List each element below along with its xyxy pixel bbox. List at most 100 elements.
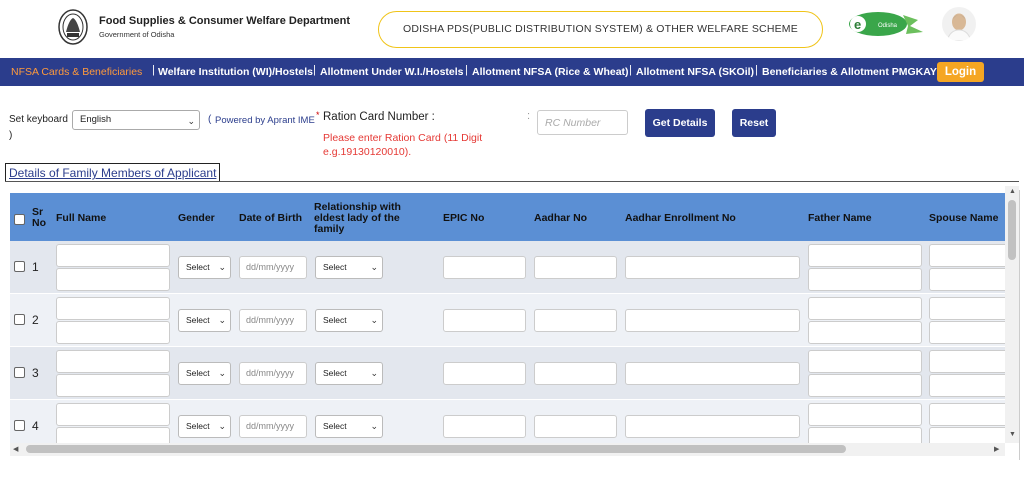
scroll-down-arrow-icon[interactable]: ▼ <box>1009 431 1016 438</box>
aadhar-no-input[interactable] <box>534 415 617 438</box>
row-sr-no: 1 <box>32 260 39 274</box>
full-name-input-1[interactable] <box>56 350 170 373</box>
close-paren: ) <box>9 130 13 141</box>
spouse-name-input-1[interactable] <box>929 297 1005 320</box>
spouse-name-input-2[interactable] <box>929 374 1005 397</box>
relationship-select[interactable]: Select ⌄ <box>315 309 383 332</box>
father-name-input-1[interactable] <box>808 297 922 320</box>
chevron-down-icon: ⌄ <box>370 421 378 431</box>
gender-select[interactable]: Select ⌄ <box>178 415 231 438</box>
nav-item-allotment-skoil[interactable]: Allotment NFSA (SKOil) <box>636 66 754 78</box>
father-name-input-2[interactable] <box>808 321 922 344</box>
full-name-input-2[interactable] <box>56 321 170 344</box>
scroll-up-arrow-icon[interactable]: ▲ <box>1009 188 1016 195</box>
keyboard-select[interactable]: English ⌄ <box>72 110 200 130</box>
aadhar-no-input[interactable] <box>534 362 617 385</box>
full-name-input-1[interactable] <box>56 297 170 320</box>
aadhar-enrollment-input[interactable] <box>625 309 800 332</box>
scroll-right-arrow-icon[interactable]: ▶ <box>994 445 999 453</box>
row-checkbox[interactable] <box>14 367 25 378</box>
spouse-name-input-2[interactable] <box>929 268 1005 291</box>
aadhar-enrollment-input[interactable] <box>625 256 800 279</box>
dob-input[interactable]: dd/mm/yyyy <box>239 256 307 279</box>
gender-select[interactable]: Select ⌄ <box>178 256 231 279</box>
th-date-of-birth: Date of Birth <box>239 212 302 224</box>
portrait-image <box>942 7 976 41</box>
dob-input[interactable]: dd/mm/yyyy <box>239 415 307 438</box>
aadhar-enrollment-input[interactable] <box>625 415 800 438</box>
powered-by-link[interactable]: Powered by Aprant IME <box>215 115 315 126</box>
nav-item-pmgkay[interactable]: Beneficiaries & Allotment PMGKAY <box>762 66 937 78</box>
epic-no-input[interactable] <box>443 415 526 438</box>
spouse-name-input-1[interactable] <box>929 403 1005 426</box>
full-name-input-2[interactable] <box>56 427 170 443</box>
full-name-input-1[interactable] <box>56 403 170 426</box>
father-name-input-2[interactable] <box>808 374 922 397</box>
epic-no-input[interactable] <box>443 256 526 279</box>
epic-no-input[interactable] <box>443 362 526 385</box>
gender-select[interactable]: Select ⌄ <box>178 309 231 332</box>
nav-item-allotment-nfsa-rice[interactable]: Allotment NFSA (Rice & Wheat) <box>472 66 629 78</box>
relationship-select-value: Select <box>323 368 347 378</box>
father-name-input-2[interactable] <box>808 268 922 291</box>
father-name-input-1[interactable] <box>808 244 922 267</box>
relationship-select[interactable]: Select ⌄ <box>315 362 383 385</box>
nav-item-allotment-wi[interactable]: Allotment Under W.I./Hostels <box>320 66 464 78</box>
chevron-down-icon: ⌄ <box>370 315 378 325</box>
department-subtitle: Government of Odisha <box>99 30 175 39</box>
nav-item-welfare-institution[interactable]: Welfare Institution (WI)/Hostels <box>158 66 313 78</box>
gender-select-value: Select <box>186 368 210 378</box>
ration-card-error: Please enter Ration Card (11 Digit e.g.1… <box>323 132 483 158</box>
gender-select-value: Select <box>186 315 210 325</box>
spouse-name-input-2[interactable] <box>929 321 1005 344</box>
full-name-input-2[interactable] <box>56 268 170 291</box>
scroll-left-arrow-icon[interactable]: ◀ <box>13 445 18 453</box>
row-checkbox[interactable] <box>14 261 25 272</box>
aadhar-no-input[interactable] <box>534 309 617 332</box>
nav-item-nfsa-cards[interactable]: NFSA Cards & Beneficiaries <box>11 66 142 78</box>
row-checkbox[interactable] <box>14 314 25 325</box>
keyboard-select-value: English <box>80 114 112 125</box>
father-name-input-1[interactable] <box>808 350 922 373</box>
family-members-section-title[interactable]: Details of Family Members of Applicant <box>5 163 221 181</box>
vertical-scrollbar[interactable]: ▲ ▼ <box>1005 186 1019 443</box>
th-relationship: Relationship with eldest lady of the fam… <box>314 201 401 235</box>
dob-input[interactable]: dd/mm/yyyy <box>239 362 307 385</box>
select-all-checkbox[interactable] <box>14 214 25 225</box>
login-button[interactable]: Login <box>937 62 984 82</box>
reset-button[interactable]: Reset <box>732 109 776 137</box>
th-full-name: Full Name <box>56 212 107 224</box>
aadhar-no-input[interactable] <box>534 256 617 279</box>
chevron-down-icon: ⌄ <box>187 116 195 126</box>
spouse-name-input-1[interactable] <box>929 350 1005 373</box>
aadhar-enrollment-input[interactable] <box>625 362 800 385</box>
powered-open-paren: ( <box>208 114 212 125</box>
relationship-select[interactable]: Select ⌄ <box>315 415 383 438</box>
row-checkbox[interactable] <box>14 420 25 431</box>
spouse-name-input-1[interactable] <box>929 244 1005 267</box>
rc-colon: : <box>527 110 531 122</box>
gender-select[interactable]: Select ⌄ <box>178 362 231 385</box>
spouse-name-input-2[interactable] <box>929 427 1005 443</box>
epic-no-input[interactable] <box>443 309 526 332</box>
relationship-select[interactable]: Select ⌄ <box>315 256 383 279</box>
th-aadhar-enrollment-no: Aadhar Enrollment No <box>625 212 736 224</box>
th-father-name: Father Name <box>808 212 872 224</box>
department-title: Food Supplies & Consumer Welfare Departm… <box>99 15 351 27</box>
father-name-input-2[interactable] <box>808 427 922 443</box>
father-name-input-1[interactable] <box>808 403 922 426</box>
required-star: * <box>316 110 320 120</box>
vertical-scroll-thumb[interactable] <box>1008 200 1016 260</box>
full-name-input-1[interactable] <box>56 244 170 267</box>
full-name-input-2[interactable] <box>56 374 170 397</box>
page-border <box>1019 190 1020 460</box>
rc-number-input[interactable] <box>537 110 628 135</box>
nav-separator: | <box>313 64 316 76</box>
horizontal-scrollbar[interactable]: ◀ ▶ <box>10 443 1005 456</box>
relationship-select-value: Select <box>323 421 347 431</box>
get-details-button[interactable]: Get Details <box>645 109 715 137</box>
chevron-down-icon: ⌄ <box>218 421 226 431</box>
dob-input[interactable]: dd/mm/yyyy <box>239 309 307 332</box>
th-sr-no: Sr No <box>32 206 46 229</box>
horizontal-scroll-thumb[interactable] <box>26 445 846 453</box>
